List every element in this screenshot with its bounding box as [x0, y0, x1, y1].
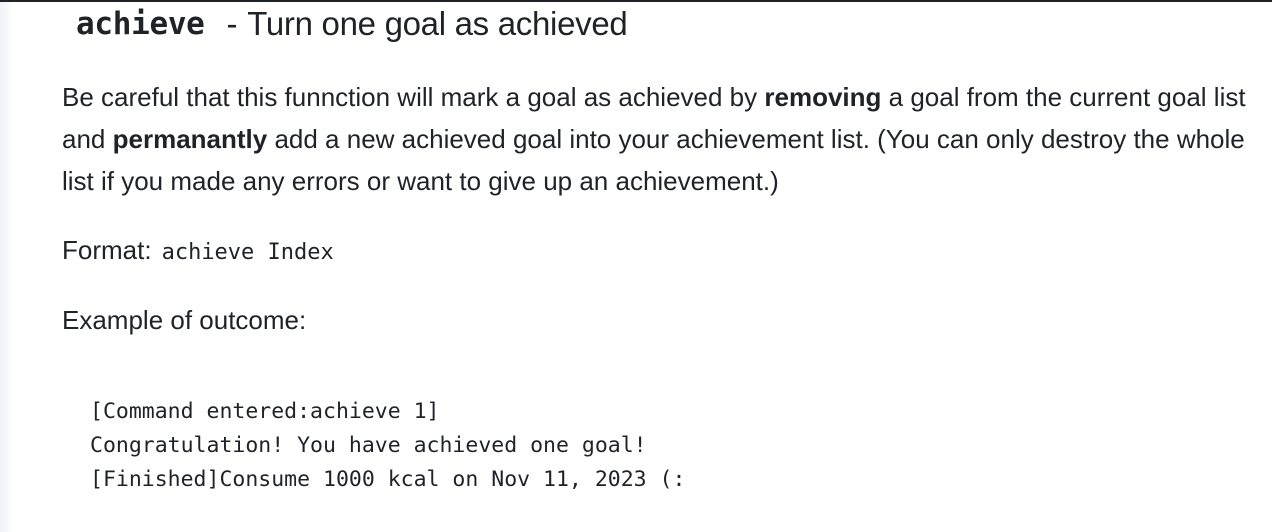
example-code-block: [Command entered:achieve 1] Congratulati… — [90, 395, 685, 497]
code-line-2: Congratulation! You have achieved one go… — [90, 433, 647, 458]
description-text-1: Be careful that this funnction will mark… — [62, 82, 765, 112]
format-paragraph: Format: achieve Index — [62, 229, 1262, 274]
description-bold-removing: removing — [764, 82, 882, 112]
format-label: Format: — [62, 235, 152, 265]
example-label: Example of outcome: — [62, 305, 307, 335]
heading-separator: - — [226, 5, 238, 42]
description-paragraph: Be careful that this funnction will mark… — [62, 76, 1262, 202]
heading-command: achieve — [76, 6, 205, 42]
description-bold-permanantly: permanantly — [112, 124, 268, 154]
section-heading: achieve - Turn one goal as achieved — [76, 2, 628, 46]
code-line-3: [Finished]Consume 1000 kcal on Nov 11, 2… — [90, 467, 686, 492]
code-line-1: [Command entered:achieve 1] — [90, 399, 440, 424]
heading-title: Turn one goal as achieved — [247, 5, 628, 42]
format-code: achieve Index — [161, 240, 334, 265]
sidebar-edge-shadow — [0, 2, 14, 532]
